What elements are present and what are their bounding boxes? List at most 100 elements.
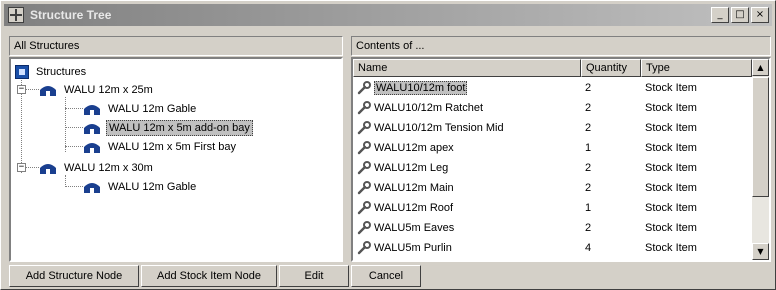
tree-node[interactable]: WALU 12m x 30m <box>39 158 155 177</box>
list-row[interactable]: WALU10/12m Tension Mid 2 Stock Item <box>353 118 752 138</box>
item-name: WALU10/12m Tension Mid <box>374 122 504 134</box>
wrench-icon <box>357 181 371 195</box>
name-cell: WALU10/12m Ratchet <box>353 101 581 115</box>
scroll-up-button[interactable]: ▲ <box>752 59 769 76</box>
list-row[interactable]: WALU5m Purlin 4 Stock Item <box>353 238 752 258</box>
column-header-name[interactable]: Name <box>353 59 581 77</box>
list-row[interactable]: WALU5m Eaves 2 Stock Item <box>353 218 752 238</box>
wrench-icon <box>357 161 371 175</box>
type-cell: Stock Item <box>645 82 697 94</box>
quantity-cell: 2 <box>585 102 592 114</box>
type-cell: Stock Item <box>645 182 697 194</box>
structure-tree[interactable]: Structures − WALU 12m x 25m WALU 12m Gab… <box>9 57 343 262</box>
list-row[interactable]: WALU12m apex 1 Stock Item <box>353 138 752 158</box>
type-cell: Stock Item <box>645 142 697 154</box>
list-body: WALU10/12m foot 2 Stock Item WALU10/12m Rat… <box>353 78 752 258</box>
add-stock-item-node-button[interactable]: Add Stock Item Node <box>141 265 277 287</box>
scroll-down-button[interactable]: ▼ <box>752 243 769 260</box>
tree-connector <box>65 186 83 187</box>
maximize-button[interactable]: □ <box>731 7 749 23</box>
vertical-scrollbar[interactable]: ▲ ▼ <box>752 59 769 260</box>
structures-root-icon <box>15 64 29 79</box>
title-bar[interactable]: Structure Tree _ □ × <box>4 4 772 26</box>
tent-icon <box>84 123 100 134</box>
name-cell: WALU10/12m Tension Mid <box>353 121 581 135</box>
list-row[interactable]: WALU12m Main 2 Stock Item <box>353 178 752 198</box>
wrench-icon <box>357 141 371 155</box>
quantity-cell: 2 <box>585 122 592 134</box>
contents-of-label: Contents of ... <box>351 36 771 56</box>
name-cell: WALU12m Main <box>353 181 581 195</box>
contents-list[interactable]: Name Quantity Type WALU10/12m foot 2 Stock… <box>351 57 771 262</box>
tent-icon <box>40 85 56 96</box>
wrench-icon <box>357 221 371 235</box>
list-row[interactable]: WALU10/12m Ratchet 2 Stock Item <box>353 98 752 118</box>
item-name: WALU5m Eaves <box>374 222 455 234</box>
tree-connector <box>65 146 83 147</box>
collapse-toggle[interactable]: − <box>17 163 26 172</box>
minimize-button[interactable]: _ <box>711 7 729 23</box>
list-header: Name Quantity Type <box>353 59 752 77</box>
tree-leaf-label: WALU 12m Gable <box>108 180 197 193</box>
tree-connector <box>65 97 66 152</box>
list-row[interactable]: WALU12m Leg 2 Stock Item <box>353 158 752 178</box>
tree-connector <box>65 108 83 109</box>
name-cell: WALU12m Leg <box>353 161 581 175</box>
close-button[interactable]: × <box>751 7 769 23</box>
tree-node-label: WALU 12m x 25m <box>64 83 153 96</box>
name-cell: WALU12m apex <box>353 141 581 155</box>
tree-leaf-label: WALU 12m x 5m add-on bay <box>106 119 253 136</box>
tent-icon <box>84 182 100 193</box>
tree-leaf-label: WALU 12m Gable <box>108 102 197 115</box>
cancel-button[interactable]: Cancel <box>351 265 421 287</box>
item-name: WALU12m apex <box>374 142 454 154</box>
type-cell: Stock Item <box>645 242 697 254</box>
quantity-cell: 1 <box>585 142 592 154</box>
tree-root-label: Structures <box>36 65 87 78</box>
type-cell: Stock Item <box>645 122 697 134</box>
button-bar: Add Structure Node Add Stock Item Node E… <box>9 265 421 287</box>
tent-icon <box>84 104 100 115</box>
name-cell: WALU5m Purlin <box>353 241 581 255</box>
window-title: Structure Tree <box>30 8 112 22</box>
wrench-icon <box>357 101 371 115</box>
tree-node[interactable]: WALU 12m x 25m <box>39 80 155 99</box>
item-name: WALU10/12m foot <box>374 81 468 95</box>
tree-connector <box>65 127 83 128</box>
wrench-icon <box>357 241 371 255</box>
tree-leaf-selected[interactable]: WALU 12m x 5m add-on bay <box>83 118 253 137</box>
edit-button[interactable]: Edit <box>279 265 349 287</box>
wrench-icon <box>357 81 371 95</box>
item-name: WALU12m Main <box>374 182 454 194</box>
scroll-thumb[interactable] <box>752 77 769 197</box>
tree-node-label: WALU 12m x 30m <box>64 161 153 174</box>
type-cell: Stock Item <box>645 222 697 234</box>
tree-leaf[interactable]: WALU 12m Gable <box>83 99 198 118</box>
tree-leaf[interactable]: WALU 12m x 5m First bay <box>83 137 238 156</box>
name-cell: WALU12m Roof <box>353 201 581 215</box>
app-icon <box>8 7 24 23</box>
name-cell: WALU5m Eaves <box>353 221 581 235</box>
item-name: WALU5m Purlin <box>374 242 452 254</box>
item-name: WALU10/12m Ratchet <box>374 102 484 114</box>
quantity-cell: 4 <box>585 242 592 254</box>
all-structures-label: All Structures <box>9 36 343 56</box>
name-cell: WALU10/12m foot <box>353 81 581 95</box>
quantity-cell: 2 <box>585 182 592 194</box>
column-header-type[interactable]: Type <box>641 59 752 77</box>
item-name: WALU12m Leg <box>374 162 449 174</box>
list-row[interactable]: WALU12m Roof 1 Stock Item <box>353 198 752 218</box>
tent-icon <box>40 163 56 174</box>
add-structure-node-button[interactable]: Add Structure Node <box>9 265 139 287</box>
quantity-cell: 2 <box>585 82 592 94</box>
wrench-icon <box>357 121 371 135</box>
type-cell: Stock Item <box>645 162 697 174</box>
column-header-quantity[interactable]: Quantity <box>581 59 641 77</box>
tree-leaf[interactable]: WALU 12m Gable <box>83 177 198 196</box>
quantity-cell: 1 <box>585 202 592 214</box>
tent-icon <box>84 142 100 153</box>
list-row[interactable]: WALU10/12m foot 2 Stock Item <box>353 78 752 98</box>
tree-root[interactable]: Structures <box>15 62 88 81</box>
quantity-cell: 2 <box>585 222 592 234</box>
collapse-toggle[interactable]: − <box>17 85 26 94</box>
